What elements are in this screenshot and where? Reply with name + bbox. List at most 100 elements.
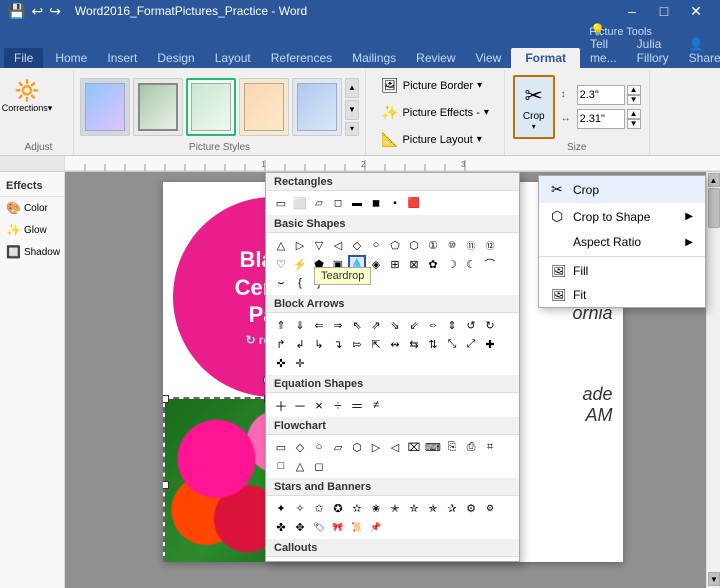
style-thumb-3[interactable] <box>186 78 236 136</box>
star-6[interactable]: ✬ <box>367 499 385 517</box>
quick-access-undo[interactable]: ↩ <box>31 3 43 20</box>
style-thumb-2[interactable] <box>133 78 183 136</box>
tab-file[interactable]: File <box>4 48 43 68</box>
arrow-8[interactable]: ⇙ <box>405 316 423 334</box>
shape-basic-22[interactable]: ☽ <box>443 255 461 273</box>
star-10[interactable]: ✰ <box>443 499 461 517</box>
width-stepper[interactable]: ▲ ▼ <box>627 109 641 129</box>
picture-layout-button[interactable]: 📐 Picture Layout ▾ <box>374 128 496 151</box>
shape-basic-14[interactable]: ⚡ <box>291 255 309 273</box>
shape-basic-24[interactable]: ⌒ <box>481 255 499 273</box>
callout-1[interactable]: 💬 <box>272 560 290 562</box>
eq-3[interactable]: × <box>310 396 328 414</box>
crop-menu-item[interactable]: ✂ Crop <box>539 176 705 203</box>
document-scrollbar[interactable]: ▲ ▼ <box>706 172 720 588</box>
banner-4[interactable]: 📌 <box>367 518 385 536</box>
scroll-thumb[interactable] <box>708 188 720 228</box>
height-stepper-up[interactable]: ▲ ▼ <box>627 85 641 105</box>
banner-2[interactable]: 🎀 <box>329 518 347 536</box>
gear-4[interactable]: ✥ <box>291 518 309 536</box>
arrow-11[interactable]: ↺ <box>462 316 480 334</box>
shape-basic-13[interactable]: ♡ <box>272 255 290 273</box>
flow-3[interactable]: ○ <box>310 438 328 456</box>
callout-8[interactable]: 🗯 <box>405 560 423 562</box>
flow-8[interactable]: ⌧ <box>405 438 423 456</box>
tab-mailings[interactable]: Mailings <box>342 48 406 68</box>
star-7[interactable]: ✭ <box>386 499 404 517</box>
shape-basic-9[interactable]: ① <box>424 236 442 254</box>
tab-insert[interactable]: Insert <box>97 48 147 68</box>
shape-basic-2[interactable]: ▷ <box>291 236 309 254</box>
handle-ml[interactable] <box>163 481 169 489</box>
arrow-25[interactable]: ✜ <box>272 354 290 372</box>
gear-2[interactable]: ⚙ <box>481 499 499 517</box>
shape-rect-8[interactable]: 🟥 <box>405 194 423 212</box>
flow-5[interactable]: ⬡ <box>348 438 366 456</box>
flow-9[interactable]: ⌨ <box>424 438 442 456</box>
shape-basic-10[interactable]: ⑩ <box>443 236 461 254</box>
flow-1[interactable]: ▭ <box>272 438 290 456</box>
star-5[interactable]: ✫ <box>348 499 366 517</box>
shape-basic-21[interactable]: ✿ <box>424 255 442 273</box>
quick-access-redo[interactable]: ↪ <box>49 3 61 20</box>
shape-basic-12[interactable]: ⑫ <box>481 236 499 254</box>
width-input[interactable] <box>577 109 625 129</box>
eq-2[interactable]: － <box>291 396 309 414</box>
arrow-21[interactable]: ⇅ <box>424 335 442 353</box>
arrow-4[interactable]: ⇒ <box>329 316 347 334</box>
flow-2[interactable]: ◇ <box>291 438 309 456</box>
shape-basic-6[interactable]: ○ <box>367 236 385 254</box>
shape-rect-3[interactable]: ▱ <box>310 194 328 212</box>
style-thumb-1[interactable] <box>80 78 130 136</box>
arrow-18[interactable]: ⇱ <box>367 335 385 353</box>
flow-6[interactable]: ▷ <box>367 438 385 456</box>
gear-3[interactable]: ✤ <box>272 518 290 536</box>
tab-references[interactable]: References <box>261 48 342 68</box>
tab-review[interactable]: Review <box>406 48 465 68</box>
styles-scroll-arrows[interactable]: ▲ ▼ ▾ <box>345 78 359 136</box>
close-button[interactable]: ✕ <box>680 0 712 22</box>
tab-layout[interactable]: Layout <box>205 48 261 68</box>
callout-7[interactable]: 🗭 <box>386 560 404 562</box>
arrow-20[interactable]: ⇆ <box>405 335 423 353</box>
shape-rect-5[interactable]: ▬ <box>348 194 366 212</box>
fill-menu-item[interactable]: 🖼 Fill <box>539 259 705 283</box>
callout-4[interactable]: 🗩 <box>329 560 347 562</box>
arrow-5[interactable]: ⇖ <box>348 316 366 334</box>
shape-basic-25[interactable]: ⌣ <box>272 274 290 292</box>
flow-14[interactable]: △ <box>291 457 309 475</box>
handle-tl[interactable] <box>163 395 169 403</box>
effects-item-1[interactable]: 🎨Color <box>0 197 64 219</box>
quick-access-save[interactable]: 💾 <box>8 3 25 20</box>
callout-2[interactable]: 💭 <box>291 560 309 562</box>
flow-7[interactable]: ◁ <box>386 438 404 456</box>
tab-home[interactable]: Home <box>45 48 97 68</box>
flow-11[interactable]: ⎙ <box>462 438 480 456</box>
crop-button[interactable]: ✂ Crop ▾ <box>513 75 555 139</box>
corrections-button[interactable]: 🔆 Corrections▾ <box>10 74 44 118</box>
minimize-button[interactable]: – <box>616 0 648 22</box>
arrow-7[interactable]: ⇘ <box>386 316 404 334</box>
tab-view[interactable]: View <box>466 48 512 68</box>
arrow-2[interactable]: ⇓ <box>291 316 309 334</box>
shape-basic-7[interactable]: ⬠ <box>386 236 404 254</box>
effects-item-3[interactable]: 🔲Shadow <box>0 241 64 263</box>
tab-format[interactable]: Format <box>511 48 580 68</box>
shape-rect-1[interactable]: ▭ <box>272 194 290 212</box>
arrow-26[interactable]: ✛ <box>291 354 309 372</box>
arrow-16[interactable]: ↴ <box>329 335 347 353</box>
picture-effects-button[interactable]: ✨ Picture Effects - ▾ <box>374 101 496 124</box>
arrow-10[interactable]: ⇕ <box>443 316 461 334</box>
arrow-24[interactable]: ✚ <box>481 335 499 353</box>
height-input[interactable] <box>577 85 625 105</box>
tell-me-input[interactable]: 💡 Tell me... <box>580 20 627 68</box>
crop-to-shape-menu-item[interactable]: ⬡ Crop to Shape ▶ <box>539 203 705 230</box>
star-1[interactable]: ✦ <box>272 499 290 517</box>
callout-5[interactable]: 🗫 <box>348 560 366 562</box>
arrow-14[interactable]: ↲ <box>291 335 309 353</box>
star-8[interactable]: ✮ <box>405 499 423 517</box>
eq-6[interactable]: ≠ <box>367 396 385 414</box>
shape-basic-5[interactable]: ◇ <box>348 236 366 254</box>
star-4[interactable]: ✪ <box>329 499 347 517</box>
shape-basic-8[interactable]: ⬡ <box>405 236 423 254</box>
